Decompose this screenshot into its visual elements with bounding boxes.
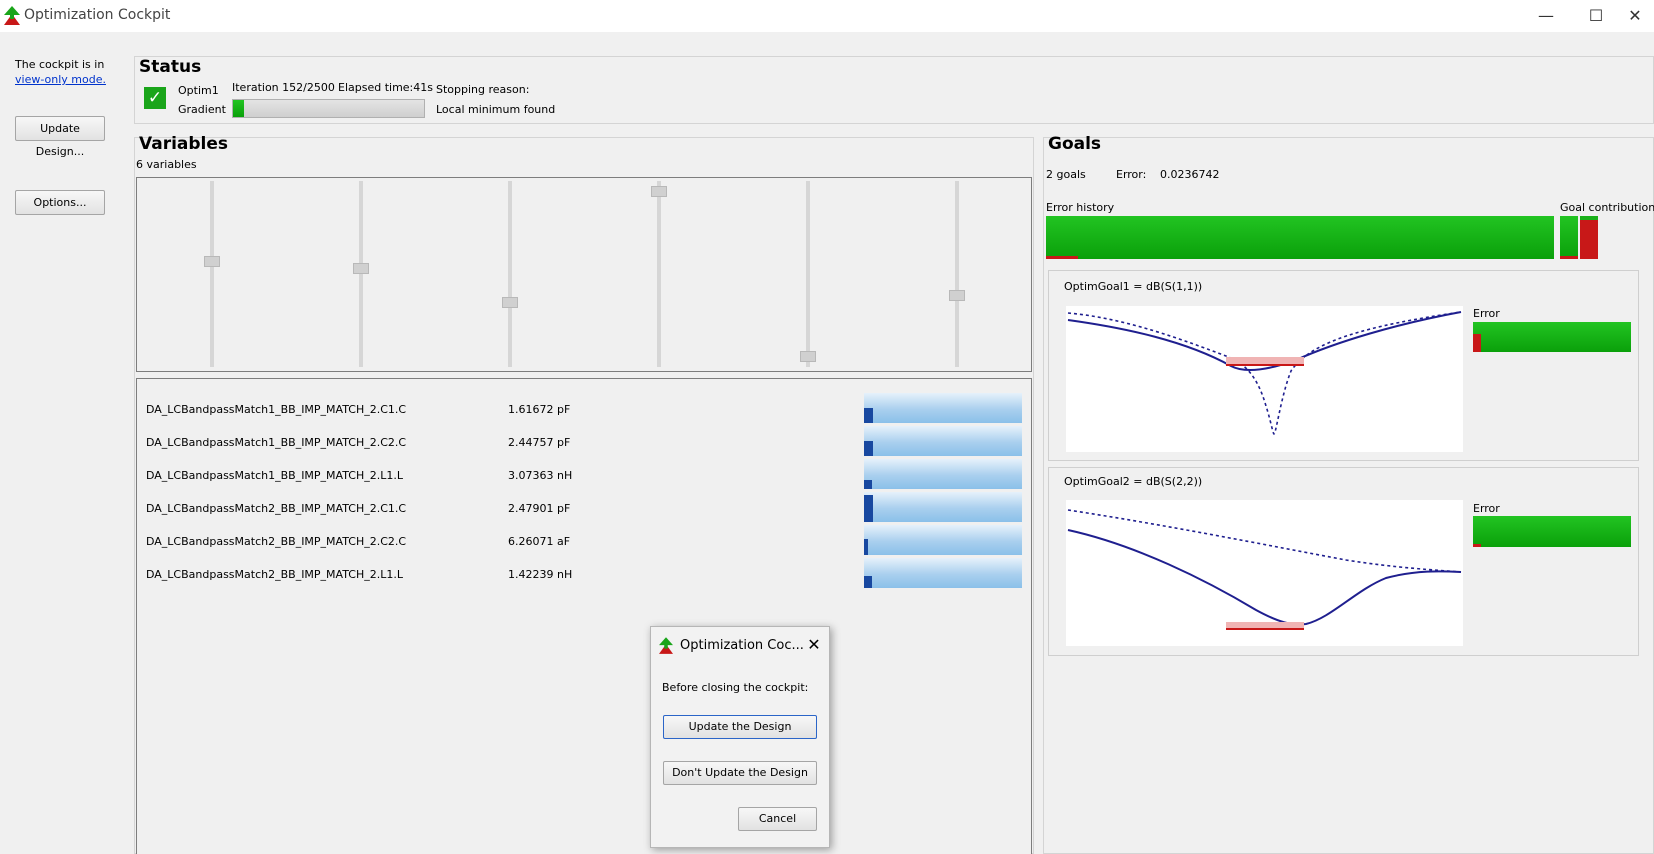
- variable-name: DA_LCBandpassMatch2_BB_IMP_MATCH_2.L1.L: [146, 568, 403, 581]
- goals-title: Goals: [1048, 134, 1102, 154]
- variable-value: 2.44757 pF: [508, 436, 571, 449]
- variable-value: 1.61672 pF: [508, 403, 571, 416]
- slider-track: [806, 181, 810, 367]
- app-logo-icon: [4, 6, 20, 25]
- goal-1-error-label: Error: [1473, 307, 1500, 320]
- goal-2-error-fill: [1473, 544, 1481, 547]
- goal-contribution-1-error: [1560, 256, 1578, 259]
- goal-contribution-1: [1560, 216, 1578, 259]
- title-bar: Optimization Cockpit — ☐ ✕: [0, 0, 1654, 32]
- algorithm-name: Gradient: [178, 103, 226, 116]
- slider-thumb-5[interactable]: [800, 350, 816, 362]
- mode-text: The cockpit is in: [15, 58, 105, 71]
- variable-range-bar: [864, 492, 1022, 522]
- error-history-chart: [1046, 216, 1554, 259]
- variable-name: DA_LCBandpassMatch1_BB_IMP_MATCH_2.L1.L: [146, 469, 403, 482]
- stopping-reason-label: Stopping reason:: [436, 83, 530, 96]
- optim-name: Optim1: [178, 84, 219, 97]
- dialog-title: Optimization Coc...: [680, 638, 804, 653]
- status-check-icon: ✓: [144, 87, 166, 109]
- slider-track: [508, 181, 512, 367]
- variable-value: 1.42239 nH: [508, 568, 573, 581]
- variable-name: DA_LCBandpassMatch2_BB_IMP_MATCH_2.C2.C: [146, 535, 407, 548]
- variable-range-fill: [864, 480, 872, 489]
- variable-range-bar: [864, 393, 1022, 423]
- variable-range-bar: [864, 426, 1022, 456]
- iteration-text: Iteration 152/2500: [232, 81, 335, 94]
- elapsed-time: Elapsed time:41s: [338, 81, 433, 94]
- dialog-logo-icon: [659, 637, 673, 654]
- goal-1-error-fill: [1473, 334, 1481, 352]
- variable-row[interactable]: DA_LCBandpassMatch2_BB_IMP_MATCH_2.L1.L …: [146, 558, 1046, 588]
- slider-thumb-6[interactable]: [949, 289, 965, 301]
- goal-contributions-label: Goal contributions: [1560, 201, 1654, 214]
- goal-contribution-2: [1580, 216, 1598, 259]
- goal-1-plot-svg: [1067, 311, 1462, 435]
- options-button[interactable]: Options...: [15, 190, 105, 215]
- slider-thumb-3[interactable]: [502, 296, 518, 308]
- total-error-label: Error:: [1116, 168, 1147, 181]
- goal-2-error-bar: [1473, 516, 1631, 547]
- variable-row[interactable]: DA_LCBandpassMatch1_BB_IMP_MATCH_2.C1.C …: [146, 393, 1046, 423]
- slider-thumb-2[interactable]: [353, 263, 369, 275]
- variable-value: 6.26071 aF: [508, 535, 571, 548]
- goal-2-plot: [1066, 500, 1463, 646]
- minimize-button[interactable]: —: [1523, 2, 1569, 30]
- update-design-button[interactable]: Update Design...: [15, 116, 105, 158]
- view-only-mode-link[interactable]: view-only mode.: [15, 73, 106, 86]
- variable-range-fill: [864, 408, 874, 423]
- dont-update-the-design-button[interactable]: Don't Update the Design: [663, 761, 817, 785]
- goal-1-error-bar: [1473, 322, 1631, 352]
- slider-track: [657, 181, 661, 367]
- slider-thumb-4[interactable]: [651, 186, 667, 198]
- slider-track: [955, 181, 959, 367]
- variable-range-bar: [864, 459, 1022, 489]
- variable-sliders: [136, 177, 1032, 372]
- variable-range-bar: [864, 558, 1022, 588]
- window-title: Optimization Cockpit: [24, 7, 171, 23]
- variable-value: 3.07363 nH: [508, 469, 573, 482]
- dialog-close-icon[interactable]: ✕: [803, 634, 825, 656]
- stopping-reason-value: Local minimum found: [436, 103, 556, 116]
- close-cockpit-dialog: Optimization Coc... ✕ Before closing the…: [650, 626, 830, 848]
- error-history-label: Error history: [1046, 201, 1115, 214]
- cancel-button[interactable]: Cancel: [738, 807, 817, 831]
- total-error-value: 0.0236742: [1160, 168, 1220, 181]
- slider-thumb-1[interactable]: [204, 256, 220, 268]
- variable-row[interactable]: DA_LCBandpassMatch1_BB_IMP_MATCH_2.C2.C …: [146, 426, 1046, 456]
- variables-title: Variables: [139, 134, 229, 154]
- variable-range-fill: [864, 495, 874, 522]
- variable-row[interactable]: DA_LCBandpassMatch1_BB_IMP_MATCH_2.L1.L …: [146, 459, 1046, 489]
- progress-bar: [232, 99, 425, 118]
- variable-range-fill: [864, 576, 872, 588]
- variable-name: DA_LCBandpassMatch1_BB_IMP_MATCH_2.C2.C: [146, 436, 407, 449]
- variable-range-bar: [864, 525, 1022, 555]
- variable-name: DA_LCBandpassMatch2_BB_IMP_MATCH_2.C1.C: [146, 502, 407, 515]
- progress-fill: [233, 100, 245, 117]
- slider-track: [210, 181, 214, 367]
- goal-2-plot-svg: [1067, 509, 1462, 630]
- variable-row[interactable]: DA_LCBandpassMatch2_BB_IMP_MATCH_2.C2.C …: [146, 525, 1046, 555]
- variable-range-fill: [864, 441, 874, 456]
- update-the-design-button[interactable]: Update the Design: [663, 715, 817, 739]
- variable-name: DA_LCBandpassMatch1_BB_IMP_MATCH_2.C1.C: [146, 403, 407, 416]
- goals-count: 2 goals: [1046, 168, 1086, 181]
- close-window-button[interactable]: ✕: [1612, 2, 1654, 30]
- dialog-message: Before closing the cockpit:: [662, 681, 809, 694]
- variables-count: 6 variables: [136, 158, 197, 171]
- variable-row[interactable]: DA_LCBandpassMatch2_BB_IMP_MATCH_2.C1.C …: [146, 492, 1046, 522]
- goal-1-plot: [1066, 306, 1463, 452]
- error-history-minimum: [1046, 256, 1078, 259]
- variable-range-fill: [864, 538, 868, 555]
- status-title: Status: [139, 57, 202, 77]
- goal-1-title: OptimGoal1 = dB(S(1,1)): [1064, 280, 1203, 293]
- variable-value: 2.47901 pF: [508, 502, 571, 515]
- goal-2-error-label: Error: [1473, 502, 1500, 515]
- goal-2-title: OptimGoal2 = dB(S(2,2)): [1064, 475, 1203, 488]
